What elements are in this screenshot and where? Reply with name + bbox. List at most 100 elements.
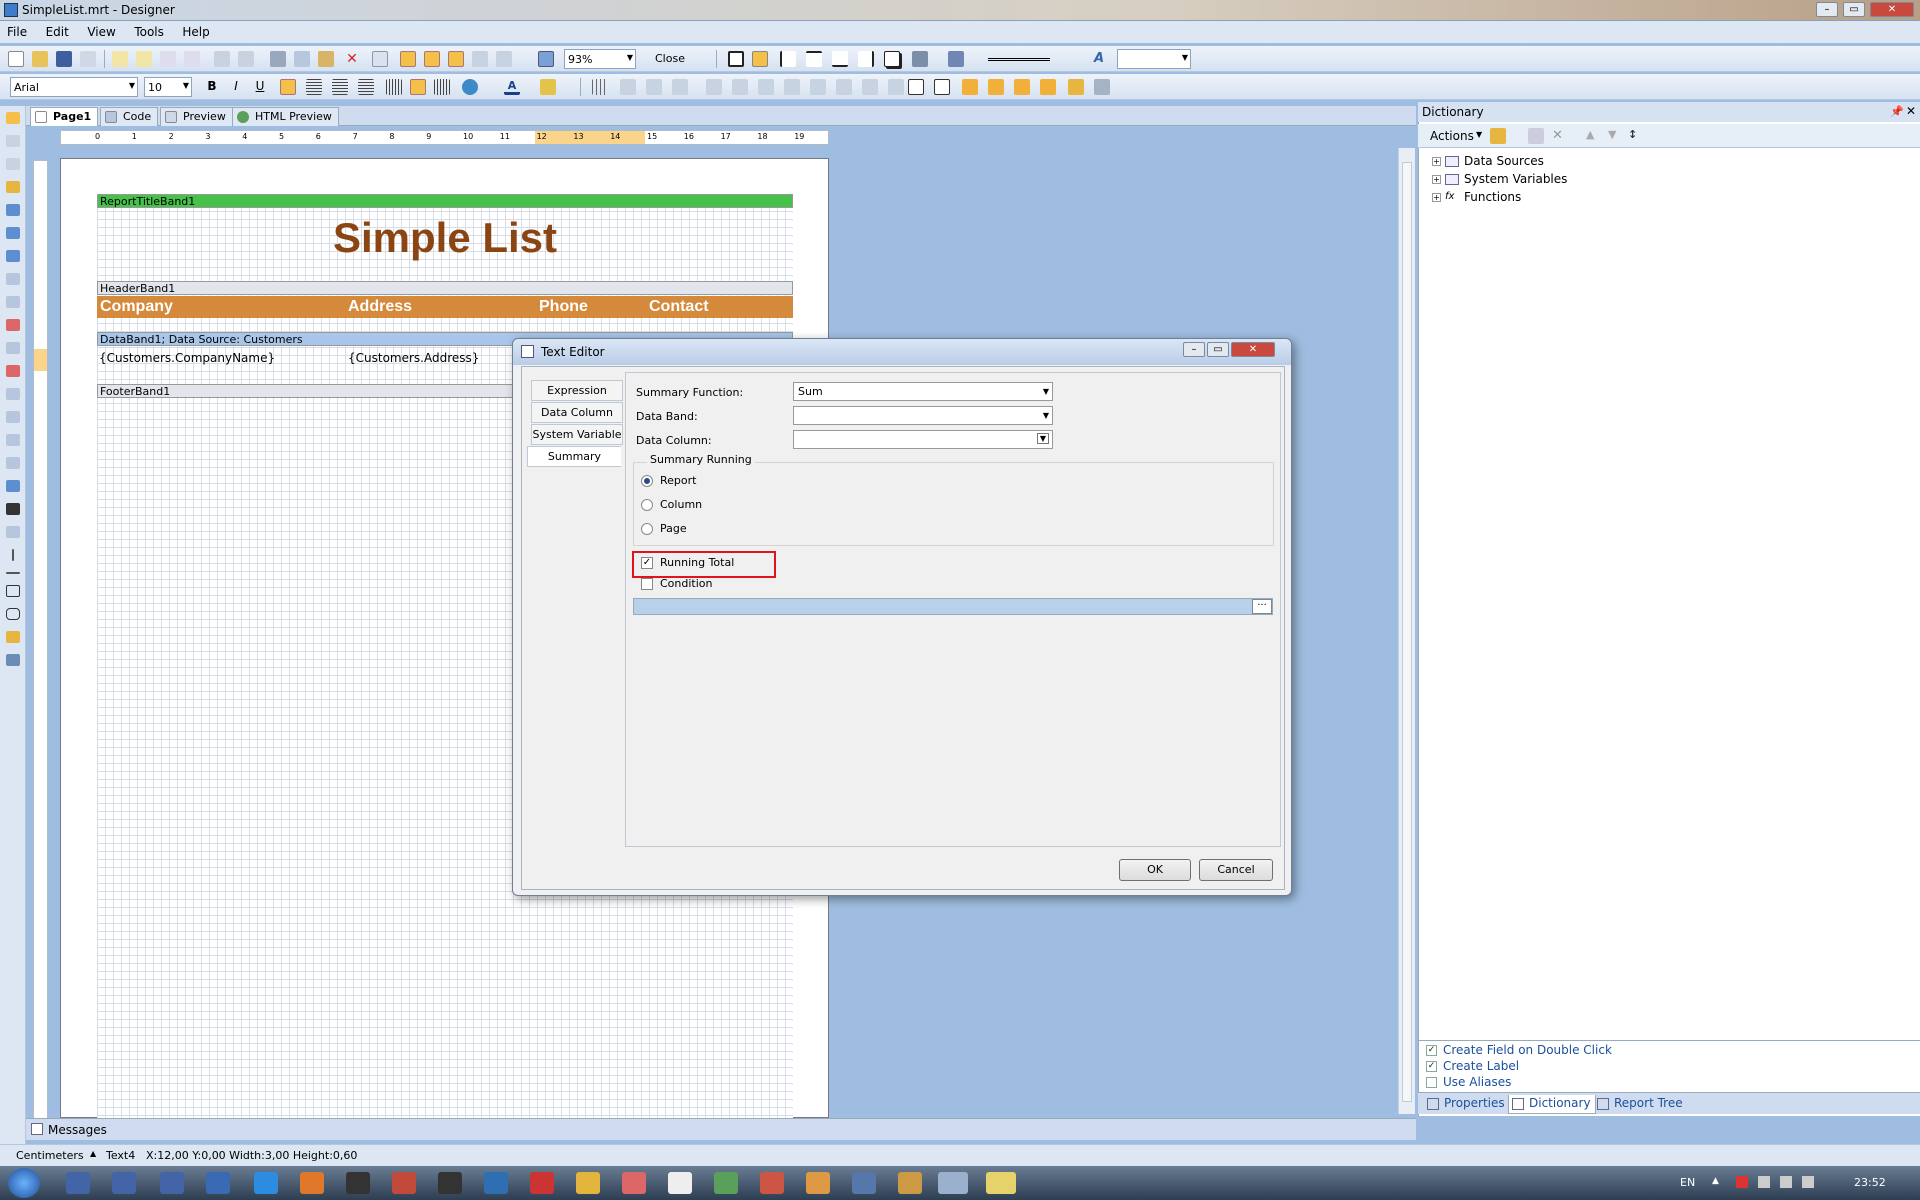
report-title-band[interactable]: ReportTitleBand1	[97, 194, 793, 208]
space-horizontal-icon[interactable]	[862, 79, 878, 95]
save-icon[interactable]	[56, 51, 72, 67]
zoom-icon[interactable]	[538, 51, 554, 67]
subreport-icon[interactable]	[5, 457, 20, 469]
align-centers-icon[interactable]	[646, 79, 662, 95]
taskbar-app-8[interactable]	[392, 1172, 416, 1194]
taskbar-designer[interactable]	[986, 1172, 1016, 1194]
shape-icon[interactable]	[5, 365, 20, 377]
radio-column[interactable]	[641, 499, 653, 511]
undo-icon[interactable]	[214, 51, 230, 67]
valign-top-icon[interactable]	[386, 79, 402, 95]
expand-icon[interactable]: +	[1432, 157, 1441, 166]
align-rights-icon[interactable]	[672, 79, 688, 95]
menu-edit[interactable]: Edit	[39, 21, 77, 39]
close-window-button[interactable]: ✕	[1870, 2, 1914, 17]
center-vertical-icon[interactable]	[934, 79, 950, 95]
create-label-checkbox[interactable]: ✓	[1426, 1061, 1437, 1072]
chart-bar-icon[interactable]	[5, 631, 20, 643]
link-icon[interactable]	[1094, 79, 1110, 95]
sort-icon[interactable]: ↕	[1628, 128, 1644, 144]
text-in-cells-icon[interactable]	[5, 296, 20, 308]
menu-file[interactable]: File	[0, 21, 35, 39]
taskbar-app-10[interactable]	[484, 1172, 508, 1194]
units-selector[interactable]: Centimeters	[16, 1149, 84, 1162]
tab-data-column[interactable]: Data Column	[531, 402, 623, 423]
field-company-name[interactable]: {Customers.CompanyName}	[99, 351, 275, 365]
close-button[interactable]: Close	[655, 52, 685, 65]
make-same-height-icon[interactable]	[810, 79, 826, 95]
fill-color-icon[interactable]	[912, 51, 928, 67]
valign-bottom-icon[interactable]	[434, 79, 450, 95]
tab-code[interactable]: Code	[100, 107, 159, 126]
taskbar-app-5[interactable]	[254, 1172, 278, 1194]
delete-page-icon[interactable]	[160, 51, 176, 67]
dictionary-close-icon[interactable]: ✕	[1906, 104, 1916, 118]
menu-tools[interactable]: Tools	[127, 21, 172, 39]
send-to-back-icon[interactable]	[988, 79, 1004, 95]
align-to-grid-icon[interactable]	[424, 51, 440, 67]
network-icon[interactable]	[1780, 1176, 1792, 1188]
taskbar-app-1[interactable]	[66, 1172, 90, 1194]
border-right-icon[interactable]	[858, 51, 874, 67]
menu-view[interactable]: View	[80, 21, 123, 39]
tab-system-variable[interactable]: System Variable	[531, 424, 623, 445]
language-indicator[interactable]: EN	[1680, 1176, 1695, 1189]
taskbar-app-17[interactable]	[806, 1172, 830, 1194]
pan-tool-icon[interactable]	[5, 135, 20, 147]
component-tool-icon[interactable]	[5, 250, 20, 262]
font-name-combo[interactable]: Arial ▼	[10, 77, 138, 97]
copy-icon[interactable]	[294, 51, 310, 67]
taskbar-app-14[interactable]	[668, 1172, 692, 1194]
taskbar-app-16[interactable]	[760, 1172, 784, 1194]
bold-button[interactable]: B	[204, 79, 220, 95]
border-none-icon[interactable]	[752, 51, 768, 67]
chart-icon[interactable]	[5, 480, 20, 492]
align-icon[interactable]	[496, 51, 512, 67]
align-left-icon[interactable]	[280, 79, 296, 95]
align-center-icon[interactable]	[306, 79, 322, 95]
clock[interactable]: 23:52	[1854, 1176, 1886, 1189]
create-field-checkbox[interactable]: ✓	[1426, 1045, 1437, 1056]
bring-to-front-icon[interactable]	[962, 79, 978, 95]
units-dropdown-icon[interactable]: ▲	[90, 1149, 96, 1158]
tab-summary[interactable]: Summary	[527, 446, 621, 467]
tray-icon-2[interactable]	[1758, 1176, 1770, 1188]
taskbar-app-9[interactable]	[438, 1172, 462, 1194]
condition-expression-input[interactable]	[633, 598, 1273, 615]
option-use-aliases[interactable]: Use Aliases	[1426, 1075, 1511, 1089]
border-top-icon[interactable]	[806, 51, 822, 67]
pin-icon[interactable]: 📌	[1890, 105, 1904, 118]
tab-page1[interactable]: Page1	[30, 107, 99, 126]
rectangle-icon[interactable]	[5, 585, 20, 597]
radio-report[interactable]	[641, 475, 653, 487]
taskbar-app-7[interactable]	[346, 1172, 370, 1194]
taskbar-app-2[interactable]	[112, 1172, 136, 1194]
underline-button[interactable]: U	[252, 79, 268, 95]
new-item-icon[interactable]	[1490, 128, 1506, 144]
space-vertical-icon[interactable]	[888, 79, 904, 95]
align-middles-icon[interactable]	[732, 79, 748, 95]
header-phone[interactable]: Phone	[539, 298, 588, 316]
tab-preview[interactable]: Preview	[160, 107, 233, 126]
print-preview-icon[interactable]	[80, 51, 96, 67]
tray-expand-icon[interactable]: ▲	[1712, 1176, 1719, 1186]
tab-report-tree[interactable]: Report Tree	[1594, 1095, 1687, 1114]
option-create-field[interactable]: ✓ Create Field on Double Click	[1426, 1043, 1612, 1057]
lock-icon[interactable]	[1068, 79, 1084, 95]
border-color-icon[interactable]	[948, 51, 964, 67]
field-address[interactable]: {Customers.Address}	[348, 351, 479, 365]
border-bottom-icon[interactable]	[832, 51, 848, 67]
justify-icon[interactable]	[358, 79, 374, 95]
vertical-line-icon[interactable]	[11, 549, 14, 561]
align-right-icon[interactable]	[332, 79, 348, 95]
align-lefts-icon[interactable]	[620, 79, 636, 95]
paste-icon[interactable]	[318, 51, 334, 67]
taskbar-app-3[interactable]	[160, 1172, 184, 1194]
dialog-maximize-button[interactable]: ▭	[1207, 342, 1229, 357]
border-style-icon[interactable]	[988, 58, 1050, 61]
redo-icon[interactable]	[238, 51, 254, 67]
option-create-label[interactable]: ✓ Create Label	[1426, 1059, 1519, 1073]
zip-code-icon[interactable]	[5, 526, 20, 538]
taskbar-app-15[interactable]	[714, 1172, 738, 1194]
taskbar-app-20[interactable]	[938, 1172, 968, 1194]
